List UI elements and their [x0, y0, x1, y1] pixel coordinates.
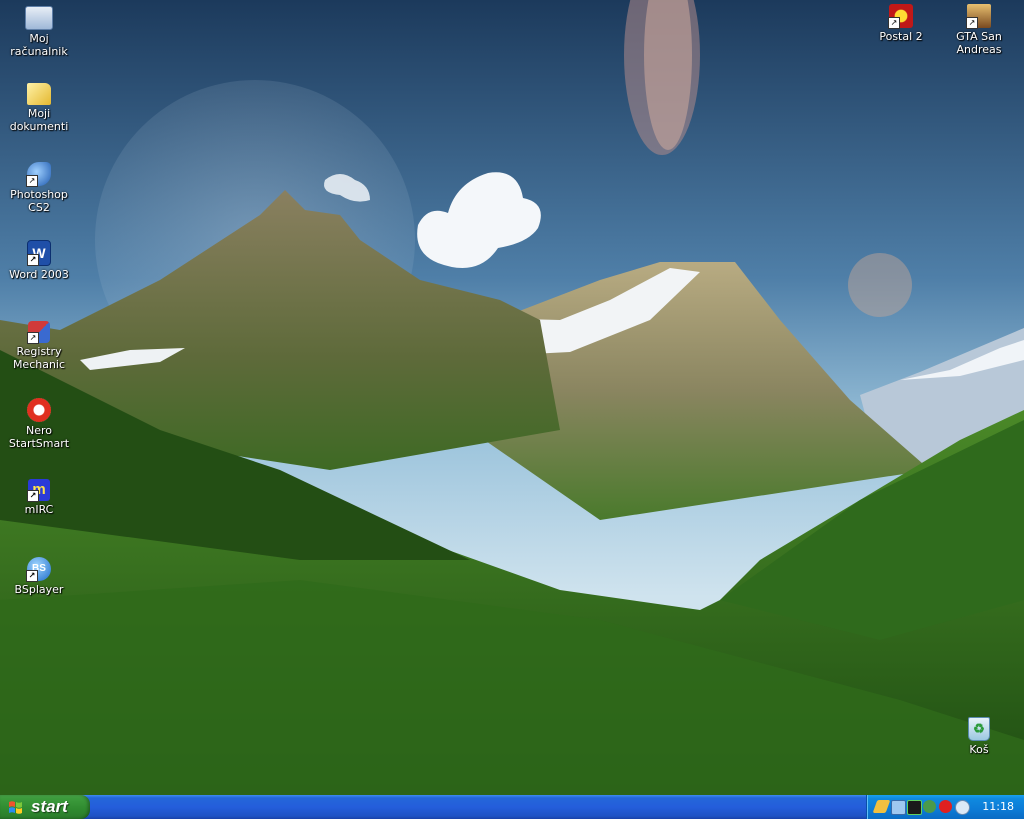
- shortcut-arrow-icon: ↗: [26, 175, 38, 187]
- desktop-icon-postal2[interactable]: ↗ Postal 2: [862, 2, 940, 43]
- shortcut-arrow-icon: ↗: [27, 332, 39, 344]
- start-label: start: [31, 797, 68, 816]
- shortcut-arrow-icon: ↗: [966, 17, 978, 29]
- tray-network-icon[interactable]: [891, 800, 906, 815]
- mirc-icon: m ↗: [27, 479, 50, 502]
- postal2-icon: ↗: [888, 4, 913, 29]
- tray-monitor-icon[interactable]: [907, 800, 922, 815]
- tray-antivirus-icon[interactable]: [939, 800, 952, 813]
- recycle-bin-icon: ♻: [968, 717, 990, 741]
- icon-label: BSplayer: [14, 583, 64, 596]
- my-documents-icon: [27, 83, 51, 105]
- icon-label: Moj računalnik: [10, 32, 68, 58]
- shortcut-arrow-icon: ↗: [27, 490, 39, 502]
- icon-label: Moji dokumenti: [9, 107, 69, 133]
- windows-logo-icon: [9, 801, 22, 814]
- desktop-icon-registry-mechanic[interactable]: ↗ Registry Mechanic: [0, 318, 78, 371]
- gta-san-andreas-icon: ↗: [966, 4, 991, 29]
- shortcut-arrow-icon: ↗: [27, 254, 39, 266]
- icon-label: Koš: [969, 743, 989, 756]
- clock[interactable]: 11:18: [982, 795, 1014, 819]
- desktop-icon-mirc[interactable]: m ↗ mIRC: [0, 476, 78, 516]
- desktop-icon-nero[interactable]: Nero StartSmart: [0, 396, 78, 450]
- icon-label: mIRC: [24, 503, 54, 516]
- nero-icon: [27, 398, 51, 422]
- icon-label: Word 2003: [9, 268, 69, 281]
- start-button[interactable]: start: [0, 795, 90, 819]
- registry-mechanic-icon: ↗: [27, 321, 50, 344]
- desktop-icon-recycle-bin[interactable]: ♻ Koš: [940, 714, 1018, 756]
- word-icon: W ↗: [27, 240, 51, 266]
- taskbar: start 11:18: [0, 795, 1024, 819]
- desktop-icon-photoshop[interactable]: ↗ Photoshop CS2: [0, 160, 78, 214]
- tray-status-icon[interactable]: [923, 800, 936, 813]
- desktop-icon-gta-san-andreas[interactable]: ↗ GTA San Andreas: [940, 2, 1018, 56]
- my-computer-icon: [25, 6, 53, 30]
- icon-label: Nero StartSmart: [8, 424, 70, 450]
- desktop-icon-word[interactable]: W ↗ Word 2003: [0, 238, 78, 281]
- bsplayer-icon: BS ↗: [26, 557, 51, 582]
- icon-label: Postal 2: [879, 30, 923, 43]
- shortcut-arrow-icon: ↗: [888, 17, 900, 29]
- desktop-icon-bsplayer[interactable]: BS ↗ BSplayer: [0, 555, 78, 596]
- tray-flash-icon[interactable]: [872, 800, 891, 813]
- icon-label: GTA San Andreas: [956, 30, 1002, 56]
- system-tray: 11:18: [866, 795, 1024, 819]
- icon-label: Registry Mechanic: [12, 345, 66, 371]
- shortcut-arrow-icon: ↗: [26, 570, 38, 582]
- photoshop-icon: ↗: [26, 162, 51, 187]
- desktop-icon-my-computer[interactable]: Moj računalnik: [0, 2, 78, 58]
- desktop-icon-my-documents[interactable]: Moji dokumenti: [0, 80, 78, 133]
- desktop-wallpaper: [0, 0, 1024, 795]
- icon-label: Photoshop CS2: [10, 188, 68, 214]
- tray-volume-icon[interactable]: [955, 800, 970, 815]
